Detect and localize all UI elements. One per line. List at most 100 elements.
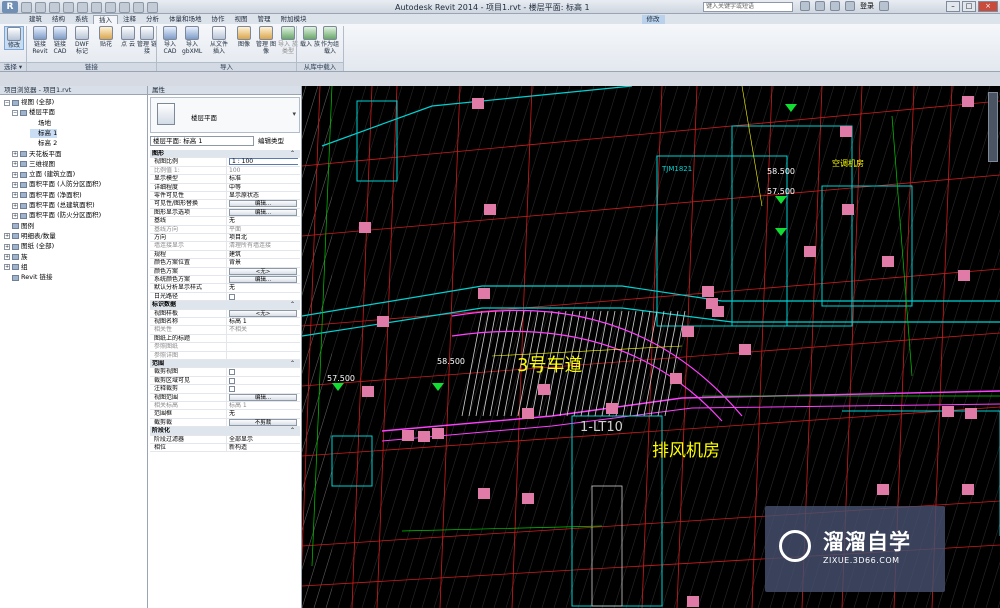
binoculars-icon[interactable] bbox=[800, 1, 810, 11]
tree-node[interactable]: + 三维视图 bbox=[12, 160, 55, 169]
expand-toggle-icon[interactable]: + bbox=[12, 202, 18, 209]
search-input[interactable]: 键入关键字或短语 bbox=[703, 2, 793, 12]
measure-icon[interactable] bbox=[91, 1, 102, 13]
tree-node[interactable]: 标高 1 bbox=[30, 128, 58, 138]
property-value[interactable]: <无> bbox=[226, 309, 298, 318]
navigation-bar[interactable] bbox=[988, 92, 998, 162]
property-edit-button[interactable]: 编辑... bbox=[229, 208, 297, 216]
ribbon-button-11[interactable]: 管理 图像 bbox=[256, 26, 276, 55]
property-edit-button[interactable]: <无> bbox=[229, 267, 297, 275]
subscription-icon[interactable] bbox=[815, 1, 825, 11]
property-edit-button[interactable]: 编辑... bbox=[229, 200, 297, 208]
property-value[interactable]: 编辑... bbox=[226, 208, 298, 217]
edit-type-button[interactable]: 编辑类型 bbox=[258, 136, 284, 146]
property-checkbox[interactable] bbox=[229, 293, 235, 300]
property-value[interactable]: 1 : 100 bbox=[226, 158, 298, 167]
tab-8[interactable]: 视图 bbox=[230, 15, 253, 24]
close-button[interactable]: × bbox=[978, 1, 998, 12]
tree-node[interactable]: + 立面 (建筑立面) bbox=[12, 170, 75, 179]
type-selector[interactable]: 楼层平面 ▾ bbox=[150, 97, 300, 133]
ribbon-button-2[interactable]: 链接 CAD bbox=[50, 26, 70, 55]
expand-toggle-icon[interactable]: + bbox=[12, 161, 18, 168]
ribbon-button-12[interactable]: 导入 族类型 bbox=[278, 26, 298, 55]
chevron-down-icon[interactable]: ▾ bbox=[292, 110, 296, 118]
tab-11[interactable]: 修改 bbox=[641, 15, 665, 24]
expand-toggle-icon[interactable]: + bbox=[12, 171, 18, 178]
tab-4[interactable]: 注释 bbox=[118, 15, 141, 24]
property-checkbox[interactable] bbox=[229, 377, 235, 384]
tree-node[interactable]: + 图纸 (全部) bbox=[4, 242, 54, 251]
expand-toggle-icon[interactable]: + bbox=[12, 192, 18, 199]
property-group[interactable]: 范围 ⌃ bbox=[150, 360, 300, 369]
property-value[interactable] bbox=[226, 385, 298, 394]
property-value[interactable]: <无> bbox=[226, 267, 298, 276]
text-icon[interactable] bbox=[105, 1, 116, 13]
tab-1[interactable]: 结构 bbox=[47, 15, 70, 24]
expand-toggle-icon[interactable]: + bbox=[12, 151, 18, 157]
property-edit-button[interactable]: <无> bbox=[229, 309, 297, 317]
tab-9[interactable]: 管理 bbox=[253, 15, 276, 24]
tree-node[interactable]: + 面积平面 (人防分区面积) bbox=[12, 180, 101, 189]
ribbon-button-0[interactable]: 修改 bbox=[4, 26, 24, 50]
tree-node[interactable]: − 楼层平面 bbox=[12, 108, 55, 117]
tree-node[interactable]: + 面积平面 (总建筑面积) bbox=[12, 201, 95, 210]
save-icon[interactable] bbox=[35, 1, 46, 13]
ribbon-button-5[interactable]: 点 云 bbox=[118, 26, 138, 48]
ribbon-button-4[interactable]: 贴花 bbox=[96, 26, 116, 48]
tab-6[interactable]: 体量和场地 bbox=[164, 15, 207, 24]
ribbon-button-13[interactable]: 载入 族 bbox=[300, 26, 320, 48]
tab-2[interactable]: 系统 bbox=[70, 15, 93, 24]
property-value[interactable] bbox=[226, 292, 298, 301]
property-edit-button[interactable]: 不剪裁 bbox=[229, 418, 297, 426]
tree-node[interactable]: + 族 bbox=[4, 253, 28, 262]
expand-toggle-icon[interactable]: + bbox=[12, 181, 18, 188]
tree-node[interactable]: + 面积平面 (防火分区面积) bbox=[12, 211, 101, 220]
redo-icon[interactable] bbox=[63, 1, 74, 13]
user-icon[interactable] bbox=[845, 1, 855, 11]
open-icon[interactable] bbox=[21, 1, 32, 13]
property-value[interactable]: 编辑... bbox=[226, 393, 298, 402]
ribbon-button-8[interactable]: 导入 gbXML bbox=[182, 26, 202, 55]
property-checkbox[interactable] bbox=[229, 386, 235, 393]
tree-node[interactable]: + 组 bbox=[4, 263, 28, 272]
tree-node[interactable]: + 面积平面 (净面积) bbox=[12, 191, 82, 200]
property-value[interactable] bbox=[226, 376, 298, 385]
ribbon-button-9[interactable]: 从文件 插入 bbox=[209, 26, 229, 55]
undo-icon[interactable] bbox=[49, 1, 60, 13]
tab-5[interactable]: 分析 bbox=[141, 15, 164, 24]
tree-node[interactable]: 标高 2 bbox=[30, 139, 57, 148]
tree-node[interactable]: 图例 bbox=[4, 222, 34, 231]
expand-toggle-icon[interactable]: + bbox=[12, 212, 18, 219]
expand-toggle-icon[interactable]: + bbox=[4, 233, 10, 240]
3d-view-icon[interactable] bbox=[119, 1, 130, 13]
property-group[interactable]: 图形 ⌃ bbox=[150, 150, 300, 159]
instance-select[interactable]: 楼层平面: 标高 1 bbox=[150, 136, 254, 146]
section-icon[interactable] bbox=[133, 1, 144, 13]
tree-node[interactable]: Revit 链接 bbox=[4, 273, 53, 282]
expand-toggle-icon[interactable]: + bbox=[4, 264, 10, 271]
minimize-button[interactable]: – bbox=[946, 1, 960, 12]
property-edit-button[interactable]: 编辑... bbox=[229, 276, 297, 283]
property-value[interactable]: 编辑... bbox=[226, 276, 298, 284]
print-icon[interactable] bbox=[77, 1, 88, 13]
tab-0[interactable]: 建筑 bbox=[24, 15, 47, 24]
property-edit-button[interactable]: 编辑... bbox=[229, 393, 297, 401]
property-group[interactable]: 阶段化 ⌃ bbox=[150, 427, 300, 436]
switch-window-icon[interactable] bbox=[147, 1, 158, 13]
ribbon-button-6[interactable]: 管理 链接 bbox=[137, 26, 157, 55]
star-icon[interactable] bbox=[830, 1, 840, 11]
help-icon[interactable] bbox=[879, 1, 889, 11]
tree-node[interactable]: + 明细表/数量 bbox=[4, 232, 56, 241]
tab-10[interactable]: 附加模块 bbox=[276, 15, 312, 24]
ribbon-button-10[interactable]: 图像 bbox=[234, 26, 254, 48]
expand-toggle-icon[interactable]: − bbox=[12, 109, 18, 116]
tree-node[interactable]: + 天花板平面 bbox=[12, 150, 62, 159]
ribbon-button-1[interactable]: 链接 Revit bbox=[30, 26, 50, 55]
ribbon-button-7[interactable]: 导入 CAD bbox=[160, 26, 180, 55]
maximize-button[interactable]: □ bbox=[962, 1, 976, 12]
ribbon-button-14[interactable]: 作为组 载入 bbox=[320, 26, 340, 55]
property-checkbox[interactable] bbox=[229, 369, 235, 376]
property-value[interactable]: 不剪裁 bbox=[226, 418, 298, 427]
tree-node[interactable]: − 视图 (全部) bbox=[4, 98, 54, 107]
property-value[interactable]: 编辑... bbox=[226, 200, 298, 209]
